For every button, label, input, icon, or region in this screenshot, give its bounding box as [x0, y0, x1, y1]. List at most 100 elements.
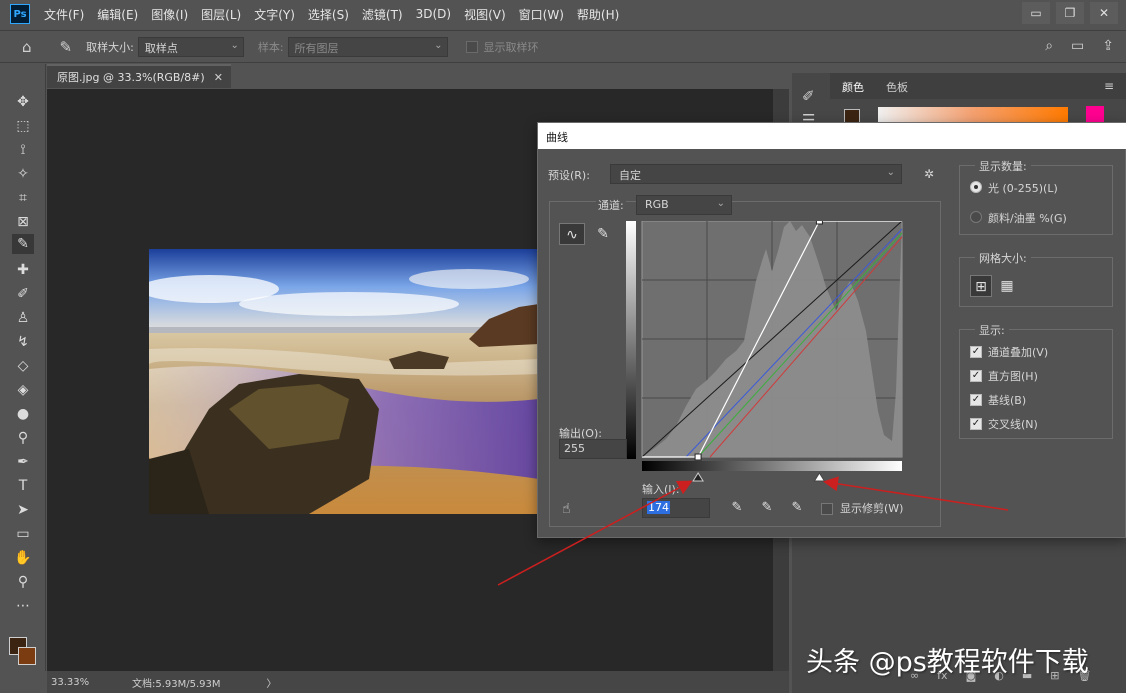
tab-swatches[interactable]: 色板 — [886, 79, 908, 95]
home-icon[interactable]: ⌂ — [22, 38, 32, 56]
dodge-tool-icon[interactable]: ⚲ — [12, 428, 34, 448]
hand-tool-icon[interactable]: ✋ — [12, 548, 34, 568]
preset-select[interactable]: 自定 ⌄ — [610, 164, 902, 184]
chevron-down-icon: ⌄ — [434, 39, 443, 51]
detailed-grid-icon[interactable]: ▦ — [996, 275, 1018, 297]
black-point-slider[interactable] — [692, 472, 704, 482]
marquee-tool-icon[interactable]: ⬚ — [12, 116, 34, 136]
curve-graph[interactable] — [626, 221, 906, 483]
quick-select-tool-icon[interactable]: ✧ — [12, 164, 34, 184]
path-select-tool-icon[interactable]: ➤ — [12, 500, 34, 520]
watermark-text: 头条 @ps教程软件下载 — [806, 647, 1089, 678]
pencil-mode-button[interactable]: ✎ — [590, 223, 616, 245]
sample-size-select[interactable]: 取样点 ⌄ — [137, 36, 244, 57]
chevron-down-icon: ⌄ — [230, 39, 239, 51]
zoom-tool-icon[interactable]: ⚲ — [12, 572, 34, 592]
sample-select[interactable]: 所有图层 ⌄ — [287, 36, 448, 57]
menu-type[interactable]: 文字(Y) — [254, 6, 295, 23]
maximize-button[interactable]: ❐ — [1056, 2, 1084, 24]
more-tools-icon[interactable]: ⋯ — [12, 596, 34, 616]
document-tab-title: 原图.jpg @ 33.3%(RGB/8#) — [57, 71, 205, 84]
brush-tool-icon[interactable]: ✐ — [12, 284, 34, 304]
intersection-label: 交叉线(N) — [988, 418, 1038, 431]
menu-layer[interactable]: 图层(L) — [201, 6, 241, 23]
menu-image[interactable]: 图像(I) — [151, 6, 188, 23]
menu-filter[interactable]: 滤镜(T) — [362, 6, 403, 23]
menu-select[interactable]: 选择(S) — [308, 6, 349, 23]
preset-options-icon[interactable]: ✲ — [924, 167, 934, 181]
tools-panel: ✥ ⬚ ⟟ ✧ ⌗ ⊠ ✎ ✚ ✐ ♙ ↯ ◇ ◈ ● ⚲ ✒ T ➤ ▭ ✋ … — [0, 64, 46, 671]
intersection-checkbox[interactable]: ✓ — [970, 418, 982, 430]
history-brush-tool-icon[interactable]: ↯ — [12, 332, 34, 352]
output-value-field[interactable]: 255 — [559, 439, 627, 459]
rectangle-tool-icon[interactable]: ▭ — [12, 524, 34, 544]
move-tool-icon[interactable]: ✥ — [12, 92, 34, 112]
grid-size-title: 网格大小: — [975, 250, 1031, 266]
gray-eyedropper-icon[interactable]: ✎ — [758, 500, 776, 518]
menu-3d[interactable]: 3D(D) — [416, 7, 451, 21]
background-color-swatch[interactable] — [18, 647, 36, 665]
paint-bucket-tool-icon[interactable]: ◈ — [12, 380, 34, 400]
pen-tool-icon[interactable]: ✒ — [12, 452, 34, 472]
preset-value: 自定 — [619, 169, 641, 182]
search-icon[interactable]: ⌕ — [1045, 38, 1053, 54]
white-eyedropper-icon[interactable]: ✎ — [788, 500, 806, 518]
sample-value: 所有图层 — [294, 41, 339, 55]
baseline-label: 基线(B) — [988, 394, 1027, 407]
preset-label: 预设(R): — [548, 169, 590, 182]
healing-brush-tool-icon[interactable]: ✚ — [12, 260, 34, 280]
sample-label: 样本: — [257, 40, 284, 54]
workspace-icon[interactable]: ▭ — [1071, 38, 1084, 54]
menu-view[interactable]: 视图(V) — [464, 6, 506, 23]
white-point-slider[interactable] — [813, 472, 826, 482]
simple-grid-icon[interactable]: ⊞ — [970, 275, 992, 297]
share-icon[interactable]: ⇪ — [1102, 38, 1114, 54]
lasso-tool-icon[interactable]: ⟟ — [12, 140, 34, 160]
show-clipping-checkbox[interactable] — [821, 503, 833, 515]
curve-control-point[interactable] — [694, 453, 702, 461]
channel-select[interactable]: RGB ⌄ — [636, 195, 732, 215]
color-ramp[interactable] — [878, 107, 1068, 123]
window-controls: ▭ ❐ ✕ — [1016, 2, 1118, 24]
menu-bar: Ps 文件(F) 编辑(E) 图像(I) 图层(L) 文字(Y) 选择(S) 滤… — [0, 0, 1126, 28]
document-tab[interactable]: 原图.jpg @ 33.3%(RGB/8#) ✕ — [47, 64, 231, 88]
crop-tool-icon[interactable]: ⌗ — [12, 188, 34, 208]
histogram-checkbox[interactable]: ✓ — [970, 370, 982, 382]
eyedropper-tool-icon[interactable]: ✎ — [60, 38, 73, 56]
zoom-level[interactable]: 33.33% — [47, 677, 92, 688]
input-value-field[interactable]: 174 — [642, 498, 710, 518]
pigment-option-label: 颜料/油墨 %(G) — [988, 212, 1067, 225]
menu-edit[interactable]: 编辑(E) — [97, 6, 138, 23]
channel-overlay-checkbox[interactable]: ✓ — [970, 346, 982, 358]
curves-dialog: 曲线 预设(R): 自定 ⌄ ✲ 通道: RGB ⌄ ∿ ✎ 输出(O): 25… — [537, 122, 1126, 538]
tab-color[interactable]: 颜色 — [842, 79, 864, 95]
frame-tool-icon[interactable]: ⊠ — [12, 212, 34, 232]
close-window-button[interactable]: ✕ — [1090, 2, 1118, 24]
chevron-down-icon: ⌄ — [886, 167, 895, 178]
stamp-tool-icon[interactable]: ♙ — [12, 308, 34, 328]
show-ring-checkbox[interactable] — [465, 40, 478, 53]
menu-help[interactable]: 帮助(H) — [577, 6, 619, 23]
light-radio[interactable] — [970, 181, 982, 193]
display-amount-title: 显示数量: — [975, 158, 1031, 174]
status-menu-arrow[interactable]: 〉 — [267, 675, 277, 690]
menu-file[interactable]: 文件(F) — [44, 6, 84, 23]
curve-edit-mode-button[interactable]: ∿ — [559, 223, 585, 245]
eyedropper-tool-icon[interactable]: ✎ — [12, 234, 34, 254]
panel-menu-icon[interactable]: ≡ — [1104, 79, 1114, 93]
type-tool-icon[interactable]: T — [12, 476, 34, 496]
curve-control-point[interactable] — [815, 221, 823, 225]
minimize-button[interactable]: ▭ — [1022, 2, 1050, 24]
on-image-adjust-icon[interactable]: ☝ — [562, 501, 571, 517]
input-label: 输入(I): — [642, 483, 680, 496]
eraser-tool-icon[interactable]: ◇ — [12, 356, 34, 376]
close-icon[interactable]: ✕ — [214, 71, 223, 84]
pigment-radio[interactable] — [970, 211, 982, 223]
blur-tool-icon[interactable]: ● — [12, 404, 34, 424]
menu-window[interactable]: 窗口(W) — [519, 6, 564, 23]
brush-settings-icon[interactable]: ✐ — [802, 87, 815, 105]
sample-size-label: 取样大小: — [86, 40, 134, 54]
channel-overlay-label: 通道叠加(V) — [988, 346, 1049, 359]
baseline-checkbox[interactable]: ✓ — [970, 394, 982, 406]
black-eyedropper-icon[interactable]: ✎ — [728, 500, 746, 518]
